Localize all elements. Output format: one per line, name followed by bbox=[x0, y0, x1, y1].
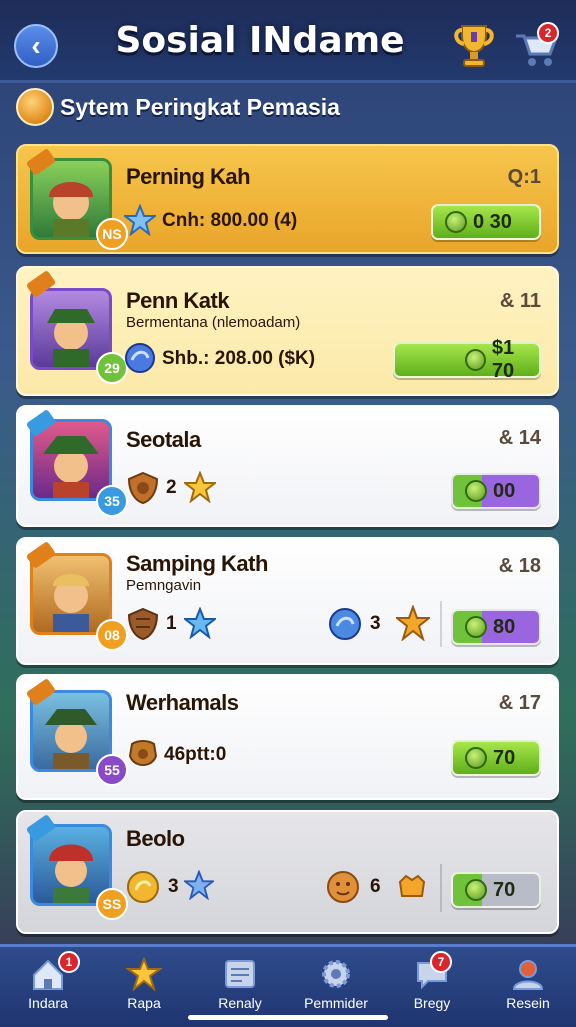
gold-coin-icon bbox=[127, 871, 159, 903]
score-pill[interactable]: 70 bbox=[451, 872, 541, 908]
blue-orb-icon bbox=[329, 608, 361, 640]
coin-icon bbox=[465, 349, 486, 371]
player-name: Beolo bbox=[126, 826, 185, 851]
leaderboard-card-2[interactable]: 29 Penn Katk Bermentana (nlemoadam) & 11… bbox=[16, 266, 559, 396]
back-button[interactable]: ‹ bbox=[14, 24, 58, 68]
coin-icon bbox=[465, 747, 487, 769]
player-rank: & 18 bbox=[498, 555, 541, 577]
blue-orb-icon bbox=[125, 343, 155, 373]
coin-icon bbox=[465, 879, 487, 901]
stat-text: Shb.: 208.00 ($K) bbox=[162, 348, 316, 369]
score-value: 00 bbox=[493, 479, 516, 502]
player-subtitle: Pemngavin bbox=[126, 577, 202, 594]
bronze-medal-icon bbox=[128, 740, 158, 766]
blue-gem-icon bbox=[184, 607, 216, 639]
stat-count: 6 bbox=[370, 876, 381, 897]
wood-shield-icon bbox=[127, 607, 159, 641]
stat-count: 3 bbox=[370, 613, 381, 634]
score-value: 80 bbox=[493, 615, 516, 638]
stat-count: 3 bbox=[168, 876, 179, 897]
blue-star-icon bbox=[124, 204, 156, 236]
level-badge: 35 bbox=[96, 485, 128, 517]
player-rank: & 14 bbox=[498, 427, 541, 449]
news-icon bbox=[225, 960, 255, 988]
divider bbox=[440, 601, 442, 647]
player-name: Samping Kath bbox=[126, 551, 268, 576]
nav-label: Resein bbox=[506, 995, 550, 1011]
profile-icon bbox=[512, 960, 544, 990]
nav-item-rapa[interactable]: Rapa bbox=[96, 947, 192, 1027]
nav-badge: 1 bbox=[58, 951, 80, 973]
leaderboard-card-4[interactable]: 08 Samping Kath Pemngavin & 18 1 3 80 bbox=[16, 537, 559, 665]
leaderboard-card-1[interactable]: NS Perning Kah Q:1 Cnh: 800.00 (4) 0 30 bbox=[16, 144, 559, 254]
bronze-face-coin-icon bbox=[327, 871, 359, 903]
coin-icon bbox=[465, 480, 487, 502]
stat-count: 2 bbox=[166, 477, 177, 498]
player-rank: & 11 bbox=[499, 290, 541, 312]
player-name: Perning Kah bbox=[126, 164, 251, 189]
star-icon bbox=[126, 957, 162, 991]
stat-text: 46ptt:0 bbox=[164, 744, 227, 765]
score-value: 70 bbox=[493, 878, 516, 901]
nav-badge: 7 bbox=[430, 951, 452, 973]
score-pill[interactable]: 0 30 bbox=[431, 204, 541, 240]
cart-count-badge: 2 bbox=[537, 22, 559, 44]
nav-item-resein[interactable]: Resein bbox=[480, 947, 576, 1027]
player-name: Penn Katk bbox=[126, 288, 230, 313]
laurel-emblem-icon bbox=[16, 88, 54, 126]
section-title: Sytem Peringkat Pemasia bbox=[60, 94, 340, 120]
nav-label: Bregy bbox=[413, 995, 451, 1011]
subheader: Sytem Peringkat Pemasia bbox=[0, 84, 576, 130]
gold-star-icon bbox=[184, 471, 216, 503]
player-rank: & 17 bbox=[498, 692, 541, 714]
divider bbox=[440, 864, 442, 912]
player-rank: Q:1 bbox=[507, 166, 541, 188]
leaderboard-card-3[interactable]: 35 Seotala & 14 2 00 bbox=[16, 405, 559, 527]
stat-count: 1 bbox=[166, 613, 177, 634]
nav-item-home[interactable]: Indara bbox=[0, 947, 96, 1027]
settings-gear-icon bbox=[322, 960, 350, 988]
leaderboard-card-5[interactable]: 55 Werhamals & 17 46ptt:0 70 bbox=[16, 674, 559, 800]
coin-icon bbox=[445, 211, 467, 233]
top-bar: ‹ Sosial INdame 2 bbox=[0, 0, 576, 83]
gold-chest-icon bbox=[398, 874, 426, 897]
nav-label: Renaly bbox=[218, 995, 262, 1011]
score-pill[interactable]: 00 bbox=[451, 473, 541, 509]
level-badge: 55 bbox=[96, 754, 128, 786]
nav-label: Indara bbox=[28, 995, 68, 1011]
trophy-icon[interactable] bbox=[452, 22, 496, 70]
score-pill[interactable]: 70 bbox=[451, 740, 541, 776]
score-pill[interactable]: 80 bbox=[451, 609, 541, 645]
level-badge: 08 bbox=[96, 619, 128, 651]
nav-label: Pemmider bbox=[304, 995, 368, 1011]
player-name: Seotala bbox=[126, 427, 201, 452]
home-indicator[interactable] bbox=[188, 1015, 388, 1020]
gold-star-icon bbox=[396, 605, 430, 641]
score-pill[interactable]: $1 70 bbox=[393, 337, 541, 382]
coin-icon bbox=[465, 616, 487, 638]
score-value: 0 30 bbox=[473, 210, 512, 233]
leaderboard-card-6[interactable]: SS Beolo 3 6 70 bbox=[16, 810, 559, 934]
bronze-shield-icon bbox=[127, 471, 159, 505]
chevron-left-icon: ‹ bbox=[31, 30, 41, 61]
score-value: 70 bbox=[493, 746, 516, 769]
page-title: Sosial INdame bbox=[115, 20, 405, 61]
stat-text: Cnh: 800.00 (4) bbox=[162, 210, 298, 231]
level-badge: SS bbox=[96, 888, 128, 920]
score-value: $1 70 bbox=[491, 337, 515, 382]
player-subtitle: Bermentana (nlemoadam) bbox=[126, 314, 301, 331]
nav-label: Rapa bbox=[127, 995, 161, 1011]
player-name: Werhamals bbox=[126, 690, 239, 715]
blue-star-icon bbox=[184, 870, 214, 900]
